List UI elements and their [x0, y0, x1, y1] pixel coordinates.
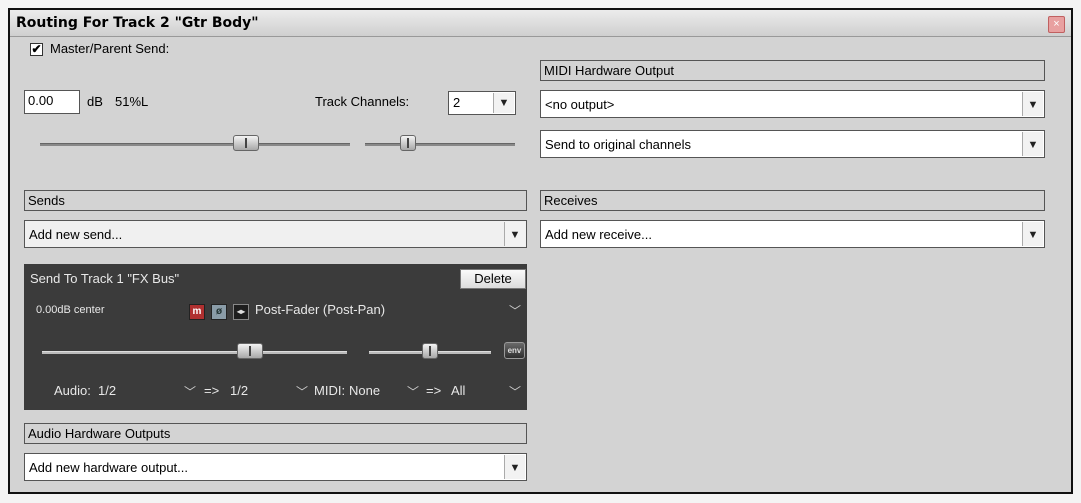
window-title: Routing For Track 2 "Gtr Body" [16, 15, 259, 31]
receives-header: Receives [540, 190, 1045, 211]
chevron-down-icon: ﹀ [508, 385, 521, 399]
close-icon[interactable]: × [1048, 16, 1065, 33]
track-channels-select[interactable]: 2 ▼ [448, 91, 516, 115]
chevron-down-icon: ﹀ [295, 385, 308, 399]
mute-icon[interactable]: m [189, 304, 205, 320]
chevron-down-icon: ▼ [493, 93, 514, 113]
send-title: Send To Track 1 "FX Bus" [30, 271, 180, 286]
master-send-label: Master/Parent Send: [50, 41, 170, 56]
master-pan-slider[interactable] [399, 135, 416, 151]
delete-send-button[interactable]: Delete [460, 269, 526, 289]
chevron-down-icon: ▼ [1022, 222, 1043, 246]
send-mode-select[interactable]: Post-Fader (Post-Pan) ﹀ [255, 302, 525, 322]
send-panel: Send To Track 1 "FX Bus" Delete 0.00dB c… [24, 264, 527, 410]
sends-header: Sends [24, 190, 527, 211]
master-volume-slider[interactable] [233, 135, 260, 151]
midi-label: MIDI: [314, 383, 346, 398]
midi-dest-select[interactable]: All ﹀ [451, 383, 523, 403]
midi-route-arrow: => [426, 383, 442, 398]
midi-source-select[interactable]: None ﹀ [349, 383, 421, 403]
chevron-down-icon: ﹀ [508, 304, 521, 318]
add-receive-select[interactable]: Add new receive... ▼ [540, 220, 1045, 248]
audio-hardware-outputs-header: Audio Hardware Outputs [24, 423, 527, 444]
send-pan-slider[interactable] [422, 343, 438, 359]
midi-output-channel-select[interactable]: Send to original channels ▼ [540, 130, 1045, 158]
send-volume-slider-track[interactable] [42, 351, 347, 354]
audio-label: Audio: [54, 383, 91, 398]
mono-stereo-icon[interactable]: ◂▸ [233, 304, 249, 320]
chevron-down-icon: ﹀ [183, 385, 196, 399]
midi-hardware-output-header: MIDI Hardware Output [540, 60, 1045, 81]
audio-route-arrow: => [204, 383, 220, 398]
audio-dest-select[interactable]: 1/2 ﹀ [230, 383, 310, 403]
chevron-down-icon: ﹀ [406, 385, 419, 399]
routing-window: Routing For Track 2 "Gtr Body" × ✔ Maste… [8, 8, 1073, 494]
add-hardware-output-select[interactable]: Add new hardware output... ▼ [24, 453, 527, 481]
master-volume-unit: dB [87, 94, 103, 109]
add-send-select[interactable]: Add new send... ▼ [24, 220, 527, 248]
envelope-button[interactable]: env [504, 342, 525, 359]
midi-output-device-select[interactable]: <no output> ▼ [540, 90, 1045, 118]
master-send-checkbox[interactable]: ✔ [30, 43, 43, 56]
send-vol-pan-readout: 0.00dB center [36, 304, 105, 316]
master-pan-slider-track[interactable] [365, 143, 515, 146]
master-volume-slider-track[interactable] [40, 143, 350, 146]
track-channels-label: Track Channels: [315, 94, 410, 109]
title-bar[interactable]: Routing For Track 2 "Gtr Body" × [10, 10, 1071, 37]
audio-source-select[interactable]: 1/2 ﹀ [98, 383, 198, 403]
send-volume-slider[interactable] [237, 343, 264, 359]
master-pan-readout: 51%L [115, 94, 149, 109]
chevron-down-icon: ▼ [504, 222, 525, 246]
phase-invert-icon[interactable]: ø [211, 304, 227, 320]
master-volume-input[interactable]: 0.00 [24, 90, 80, 114]
chevron-down-icon: ▼ [1022, 92, 1043, 116]
chevron-down-icon: ▼ [1022, 132, 1043, 156]
chevron-down-icon: ▼ [504, 455, 525, 479]
